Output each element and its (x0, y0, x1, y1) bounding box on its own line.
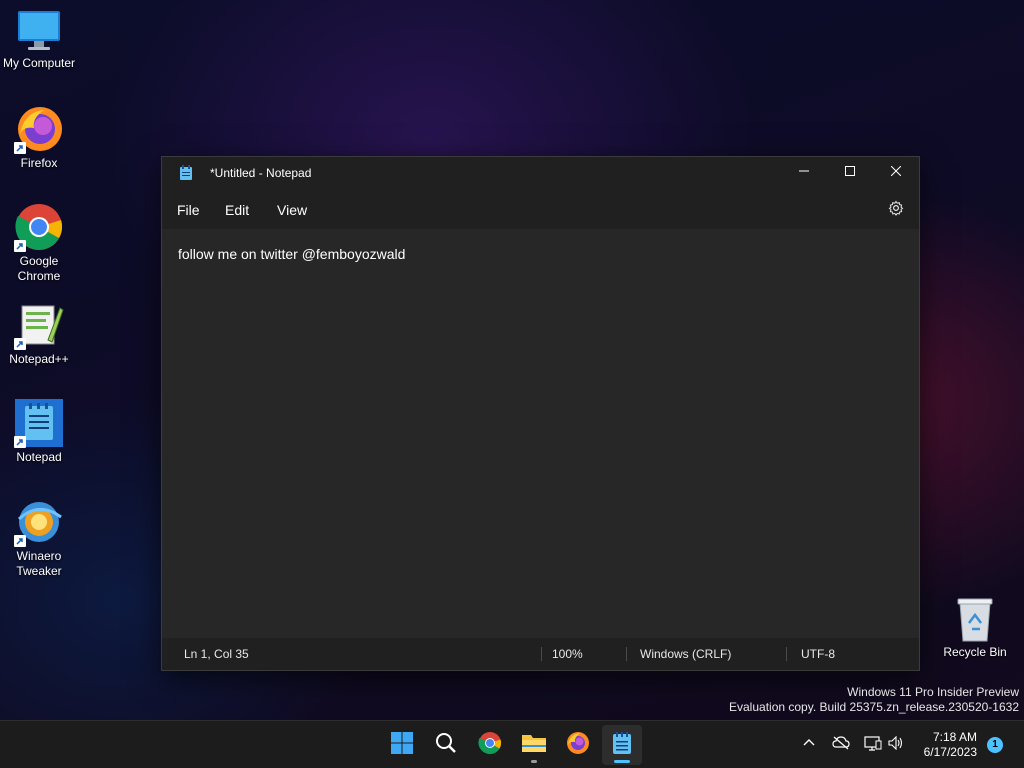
notepad-window[interactable]: *Untitled - Notepad File Edit View follo… (161, 156, 920, 671)
clock[interactable]: 7:18 AM 6/17/2023 (924, 730, 977, 760)
maximize-button[interactable] (827, 157, 873, 187)
text-editor-area[interactable]: follow me on twitter @femboyozwald (162, 229, 919, 636)
menu-file[interactable]: File (177, 202, 200, 218)
volume-icon[interactable] (888, 735, 904, 755)
windows-logo-icon (390, 731, 414, 760)
desktop-icon-my-computer[interactable]: My Computer (0, 8, 78, 71)
firefox-icon (566, 731, 590, 760)
notepad-icon (611, 731, 633, 760)
watermark-build: Evaluation copy. Build 25375.zn_release.… (729, 700, 1019, 714)
desktop-icon-notepad-plus-plus[interactable]: Notepad++ (0, 300, 78, 367)
maximize-icon (845, 163, 855, 181)
desktop-icon-winaero-tweaker[interactable]: Winaero Tweaker (0, 497, 78, 579)
evaluation-watermark: Windows 11 Pro Insider Preview Evaluatio… (729, 685, 1019, 715)
menu-bar: File Edit View (162, 189, 919, 229)
chrome-icon (478, 731, 502, 760)
desktop-icon-label: Notepad (16, 450, 62, 464)
taskbar-firefox[interactable] (558, 725, 598, 765)
folder-icon (521, 731, 547, 760)
desktop-icon-label: My Computer (2, 56, 76, 70)
notification-badge[interactable]: 1 (987, 737, 1003, 753)
start-button[interactable] (382, 725, 422, 765)
taskbar-notepad[interactable] (602, 725, 642, 765)
desktop-icon-google-chrome[interactable]: Google Chrome (0, 202, 78, 284)
line-ending: Windows (CRLF) (640, 647, 732, 661)
zoom-level: 100% (552, 647, 583, 661)
taskbar-file-explorer[interactable] (514, 725, 554, 765)
monitor-icon (14, 8, 64, 54)
desktop-icon-firefox[interactable]: Firefox (0, 104, 78, 171)
recycle-bin-icon (950, 595, 1000, 643)
desktop-icon-label: Firefox (20, 156, 58, 170)
settings-gear-icon[interactable] (888, 200, 904, 221)
desktop-icon-label: Winaero Tweaker (16, 549, 62, 578)
running-indicator (531, 760, 537, 763)
menu-view[interactable]: View (277, 202, 307, 218)
notepad-app-icon (179, 165, 193, 186)
desktop-icon-label: Google Chrome (17, 254, 61, 283)
status-bar: Ln 1, Col 35 100% Windows (CRLF) UTF-8 (162, 638, 919, 670)
desktop-icon-notepad[interactable]: Notepad (0, 398, 78, 465)
cursor-position: Ln 1, Col 35 (184, 647, 249, 661)
desktop: My Computer Firefox Google Chrome Notepa… (0, 0, 1024, 768)
taskbar: 7:18 AM 6/17/2023 1 (0, 720, 1024, 768)
network-icon[interactable] (864, 736, 882, 757)
close-icon (890, 163, 902, 181)
clock-date: 6/17/2023 (923, 745, 977, 759)
menu-edit[interactable]: Edit (225, 202, 249, 218)
editor-content[interactable]: follow me on twitter @femboyozwald (178, 246, 405, 262)
title-bar[interactable]: *Untitled - Notepad (162, 157, 919, 189)
taskbar-chrome[interactable] (470, 725, 510, 765)
search-icon (434, 731, 458, 760)
winaero-tweaker-icon (14, 497, 64, 547)
minimize-icon (799, 163, 809, 181)
cloud-offline-icon[interactable] (832, 736, 850, 755)
clock-time: 7:18 AM (932, 730, 977, 744)
show-hidden-icons-chevron-icon[interactable] (802, 736, 816, 755)
watermark-edition: Windows 11 Pro Insider Preview (847, 685, 1019, 699)
window-title: *Untitled - Notepad (210, 166, 312, 180)
status-separator (541, 647, 542, 661)
chrome-icon (14, 202, 64, 252)
notepad-plus-plus-icon (14, 300, 64, 350)
desktop-icon-recycle-bin[interactable]: Recycle Bin (936, 595, 1014, 660)
search-button[interactable] (426, 725, 466, 765)
desktop-icon-label: Notepad++ (9, 352, 69, 366)
active-indicator (614, 760, 630, 763)
status-separator (786, 647, 787, 661)
encoding: UTF-8 (801, 647, 835, 661)
close-button[interactable] (873, 157, 919, 187)
minimize-button[interactable] (781, 157, 827, 187)
status-separator (626, 647, 627, 661)
notepad-icon (14, 398, 64, 448)
desktop-icon-label: Recycle Bin (943, 645, 1007, 659)
firefox-icon (14, 104, 64, 154)
